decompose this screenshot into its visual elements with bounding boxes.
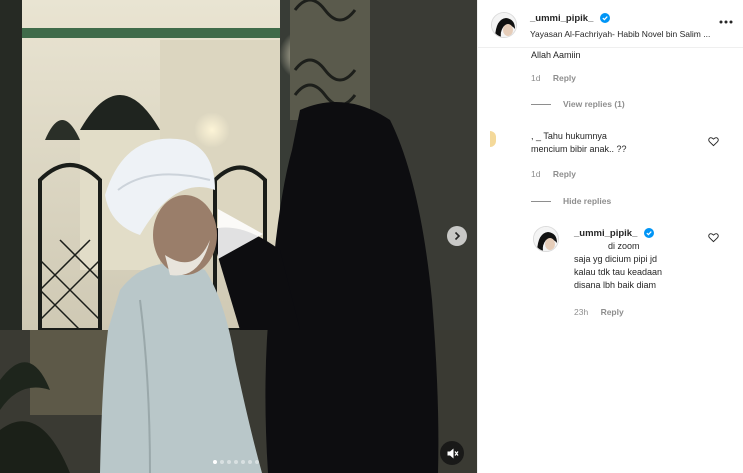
reply-text-line-4: disana lbh baik diam: [574, 280, 657, 290]
reply-username[interactable]: _ummi_pipik_: [574, 228, 637, 239]
author-username[interactable]: _ummi_pipik_: [530, 13, 593, 24]
thread-line: [531, 103, 551, 105]
post-media[interactable]: [0, 0, 477, 473]
carousel-dot: [241, 460, 245, 464]
comments-panel: _ummi_pipik_ Yayasan Al-Fachriyah- Habib…: [477, 0, 743, 473]
more-horizontal-icon: [719, 20, 733, 24]
reply-text-line-1: di zoom: [608, 241, 640, 251]
next-slide-button[interactable]: [447, 226, 467, 246]
thread-label: Hide replies: [563, 196, 612, 206]
comment-meta: 1d Reply: [531, 169, 576, 179]
verified-badge-icon: [644, 228, 654, 238]
carousel-dot: [255, 460, 259, 464]
thread-line: [531, 200, 551, 202]
like-heart-icon[interactable]: [708, 136, 719, 147]
like-heart-icon[interactable]: [708, 232, 719, 243]
instagram-post-view: _ummi_pipik_ Yayasan Al-Fachriyah- Habib…: [0, 0, 743, 473]
hide-replies-button[interactable]: Hide replies: [531, 196, 611, 206]
reply-author-avatar[interactable]: [533, 226, 559, 252]
post-location[interactable]: Yayasan Al-Fachriyah- Habib Novel bin Sa…: [530, 29, 730, 39]
author-avatar[interactable]: [491, 12, 517, 38]
carousel-indicator: [213, 460, 259, 464]
comment-text-line-1: , _ Tahu hukumnya: [531, 131, 607, 141]
carousel-dot: [213, 460, 217, 464]
mute-toggle-button[interactable]: [440, 441, 464, 465]
play-button[interactable]: [208, 204, 268, 264]
comment-time: 1d: [531, 169, 541, 179]
view-replies-button[interactable]: View replies (1): [531, 99, 625, 109]
carousel-dot: [248, 460, 252, 464]
reply-text-line-2: saja yg dicium pipi jd: [574, 254, 658, 264]
reply-meta: 23h Reply: [574, 307, 624, 317]
play-icon: [218, 209, 263, 259]
carousel-dot: [227, 460, 231, 464]
comment-text: Allah Aamiin: [531, 50, 581, 60]
post-header: _ummi_pipik_ Yayasan Al-Fachriyah- Habib…: [478, 0, 743, 48]
thread-label: View replies (1): [563, 99, 625, 109]
speaker-muted-icon: [447, 448, 458, 458]
comment-time: 1d: [531, 73, 541, 83]
reply-button[interactable]: Reply: [601, 307, 624, 317]
comment-meta: 1d Reply: [531, 73, 576, 83]
carousel-dot: [220, 460, 224, 464]
more-options-button[interactable]: [718, 14, 734, 30]
reply-text-line-3: kalau tdk tau keadaan: [574, 267, 663, 277]
comment-text-line-2: mencium bibir anak.. ??: [531, 144, 627, 154]
carousel-dot: [234, 460, 238, 464]
reply-button[interactable]: Reply: [553, 169, 576, 179]
commenter-avatar[interactable]: [490, 131, 496, 147]
profile-photo: [492, 13, 516, 37]
reply-time: 23h: [574, 307, 589, 317]
chevron-right-icon: [454, 231, 461, 241]
verified-badge-icon: [600, 13, 610, 23]
profile-photo: [534, 227, 558, 251]
reply-button[interactable]: Reply: [553, 73, 576, 83]
